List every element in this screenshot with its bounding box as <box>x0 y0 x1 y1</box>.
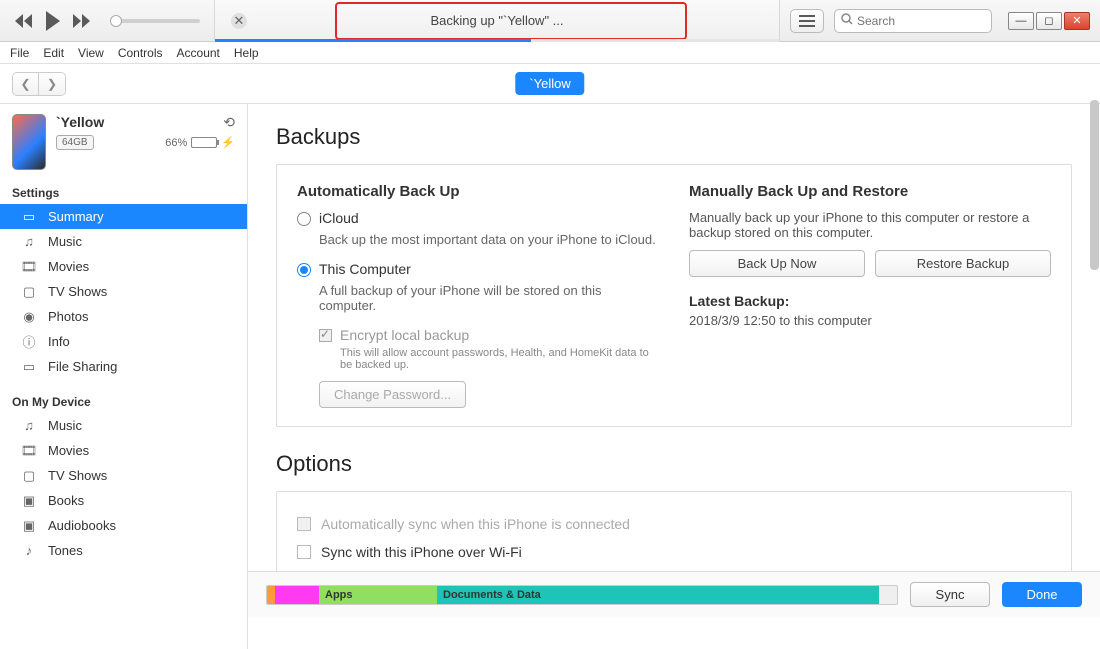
storage-seg-docs: Documents & Data <box>437 586 879 604</box>
music-icon: ♫ <box>20 235 38 249</box>
storage-seg-apps: Apps <box>319 586 437 604</box>
back-button[interactable]: ❮ <box>13 73 39 95</box>
storage-seg-photos <box>275 586 319 604</box>
restore-backup-button[interactable]: Restore Backup <box>875 250 1051 277</box>
radio-icloud[interactable] <box>297 212 311 226</box>
minimize-window-button[interactable]: — <box>1008 12 1034 30</box>
player-toolbar: ✕ Backing up "`Yellow" ... — ◻ ✕ <box>0 0 1100 42</box>
music-icon: ♫ <box>20 419 38 433</box>
menu-account[interactable]: Account <box>177 46 220 60</box>
section-title-backups: Backups <box>276 124 1072 150</box>
sidebar-item-summary[interactable]: ▭Summary <box>0 204 247 229</box>
sidebar-item-movies[interactable]: 🎞Movies <box>0 254 247 279</box>
tv-icon: ▢ <box>20 285 38 299</box>
radio-this-computer-label: This Computer <box>319 261 411 277</box>
status-display: ✕ Backing up "`Yellow" ... <box>214 0 780 42</box>
storage-usage-bar: Apps Documents & Data <box>266 585 898 605</box>
menu-bar: File Edit View Controls Account Help <box>0 42 1100 64</box>
storage-seg-other <box>267 586 275 604</box>
checkbox-wifi-sync[interactable] <box>297 545 311 559</box>
capacity-badge: 64GB <box>56 135 94 150</box>
content-area: Backups Automatically Back Up iCloud Bac… <box>248 104 1100 649</box>
sidebar-item-tones[interactable]: ♪Tones <box>0 538 247 563</box>
volume-slider[interactable] <box>110 19 200 23</box>
close-window-button[interactable]: ✕ <box>1064 12 1090 30</box>
battery-percent: 66% <box>165 137 187 149</box>
summary-icon: ▭ <box>20 210 38 224</box>
device-name: `Yellow <box>56 114 104 130</box>
latest-backup-value: 2018/3/9 12:50 to this computer <box>689 313 1051 328</box>
bottom-bar: Apps Documents & Data Sync Done <box>248 571 1100 617</box>
device-thumbnail <box>12 114 46 170</box>
menu-edit[interactable]: Edit <box>43 46 64 60</box>
search-input[interactable] <box>857 14 1012 28</box>
tones-icon: ♪ <box>20 544 38 558</box>
previous-track-button[interactable] <box>14 14 34 28</box>
encrypt-desc: This will allow account passwords, Healt… <box>340 347 659 371</box>
status-text: Backing up "`Yellow" ... <box>430 13 563 28</box>
menu-controls[interactable]: Controls <box>118 46 163 60</box>
tv-icon: ▢ <box>20 469 38 483</box>
movies-icon: 🎞 <box>20 444 38 458</box>
menu-view[interactable]: View <box>78 46 104 60</box>
sidebar-item-photos[interactable]: ◉Photos <box>0 304 247 329</box>
checkbox-encrypt[interactable] <box>319 329 332 342</box>
scrollbar-thumb[interactable] <box>1090 100 1099 270</box>
encrypt-label: Encrypt local backup <box>340 327 469 343</box>
menu-help[interactable]: Help <box>234 46 259 60</box>
device-tab[interactable]: `Yellow <box>515 72 584 95</box>
cancel-operation-button[interactable]: ✕ <box>231 13 247 29</box>
sidebar-item-music[interactable]: ♫Music <box>0 229 247 254</box>
change-password-button[interactable]: Change Password... <box>319 381 466 408</box>
battery-icon <box>191 137 217 148</box>
checkbox-auto-sync[interactable] <box>297 517 311 531</box>
forward-button[interactable]: ❯ <box>39 73 65 95</box>
option-auto-sync[interactable]: Automatically sync when this iPhone is c… <box>297 510 1051 538</box>
search-field[interactable] <box>834 9 992 33</box>
sidebar-section-ondevice: On My Device <box>0 389 247 413</box>
done-button[interactable]: Done <box>1002 582 1082 607</box>
sidebar-item-info[interactable]: ⓘInfo <box>0 329 247 354</box>
photos-icon: ◉ <box>20 310 38 324</box>
storage-seg-free <box>879 586 897 604</box>
radio-icloud-label: iCloud <box>319 210 359 226</box>
charging-icon: ⚡ <box>221 136 235 149</box>
auto-backup-header: Automatically Back Up <box>297 183 659 200</box>
radio-this-computer[interactable] <box>297 263 311 277</box>
nav-strip: ❮ ❯ `Yellow <box>0 64 1100 104</box>
menu-file[interactable]: File <box>10 46 29 60</box>
sidebar-item-audiobooks[interactable]: ▣Audiobooks <box>0 513 247 538</box>
latest-backup-header: Latest Backup: <box>689 293 1051 309</box>
section-title-options: Options <box>276 451 1072 477</box>
sidebar-section-settings: Settings <box>0 180 247 204</box>
progress-bar <box>215 39 779 42</box>
play-button[interactable] <box>44 11 62 31</box>
sidebar-item-music-dev[interactable]: ♫Music <box>0 413 247 438</box>
books-icon: ▣ <box>20 494 38 508</box>
option-wifi-sync[interactable]: Sync with this iPhone over Wi-Fi <box>297 538 1051 566</box>
backups-panel: Automatically Back Up iCloud Back up the… <box>276 164 1072 427</box>
audiobooks-icon: ▣ <box>20 519 38 533</box>
back-up-now-button[interactable]: Back Up Now <box>689 250 865 277</box>
sidebar-item-tvshows-dev[interactable]: ▢TV Shows <box>0 463 247 488</box>
sync-button[interactable]: Sync <box>910 582 990 607</box>
filesharing-icon: ▭ <box>20 360 38 374</box>
this-computer-desc: A full backup of your iPhone will be sto… <box>319 283 659 313</box>
manual-backup-desc: Manually back up your iPhone to this com… <box>689 210 1051 240</box>
sidebar: `Yellow ⟲ 64GB 66% ⚡ Settings ▭Summary ♫… <box>0 104 248 649</box>
movies-icon: 🎞 <box>20 260 38 274</box>
list-view-button[interactable] <box>790 9 824 33</box>
search-icon <box>841 13 853 28</box>
sidebar-item-filesharing[interactable]: ▭File Sharing <box>0 354 247 379</box>
next-track-button[interactable] <box>72 14 92 28</box>
sidebar-item-movies-dev[interactable]: 🎞Movies <box>0 438 247 463</box>
manual-backup-header: Manually Back Up and Restore <box>689 183 1051 200</box>
sidebar-item-books[interactable]: ▣Books <box>0 488 247 513</box>
info-icon: ⓘ <box>20 335 38 349</box>
sync-icon[interactable]: ⟲ <box>223 114 235 131</box>
sidebar-item-tvshows[interactable]: ▢TV Shows <box>0 279 247 304</box>
icloud-desc: Back up the most important data on your … <box>319 232 659 247</box>
maximize-window-button[interactable]: ◻ <box>1036 12 1062 30</box>
